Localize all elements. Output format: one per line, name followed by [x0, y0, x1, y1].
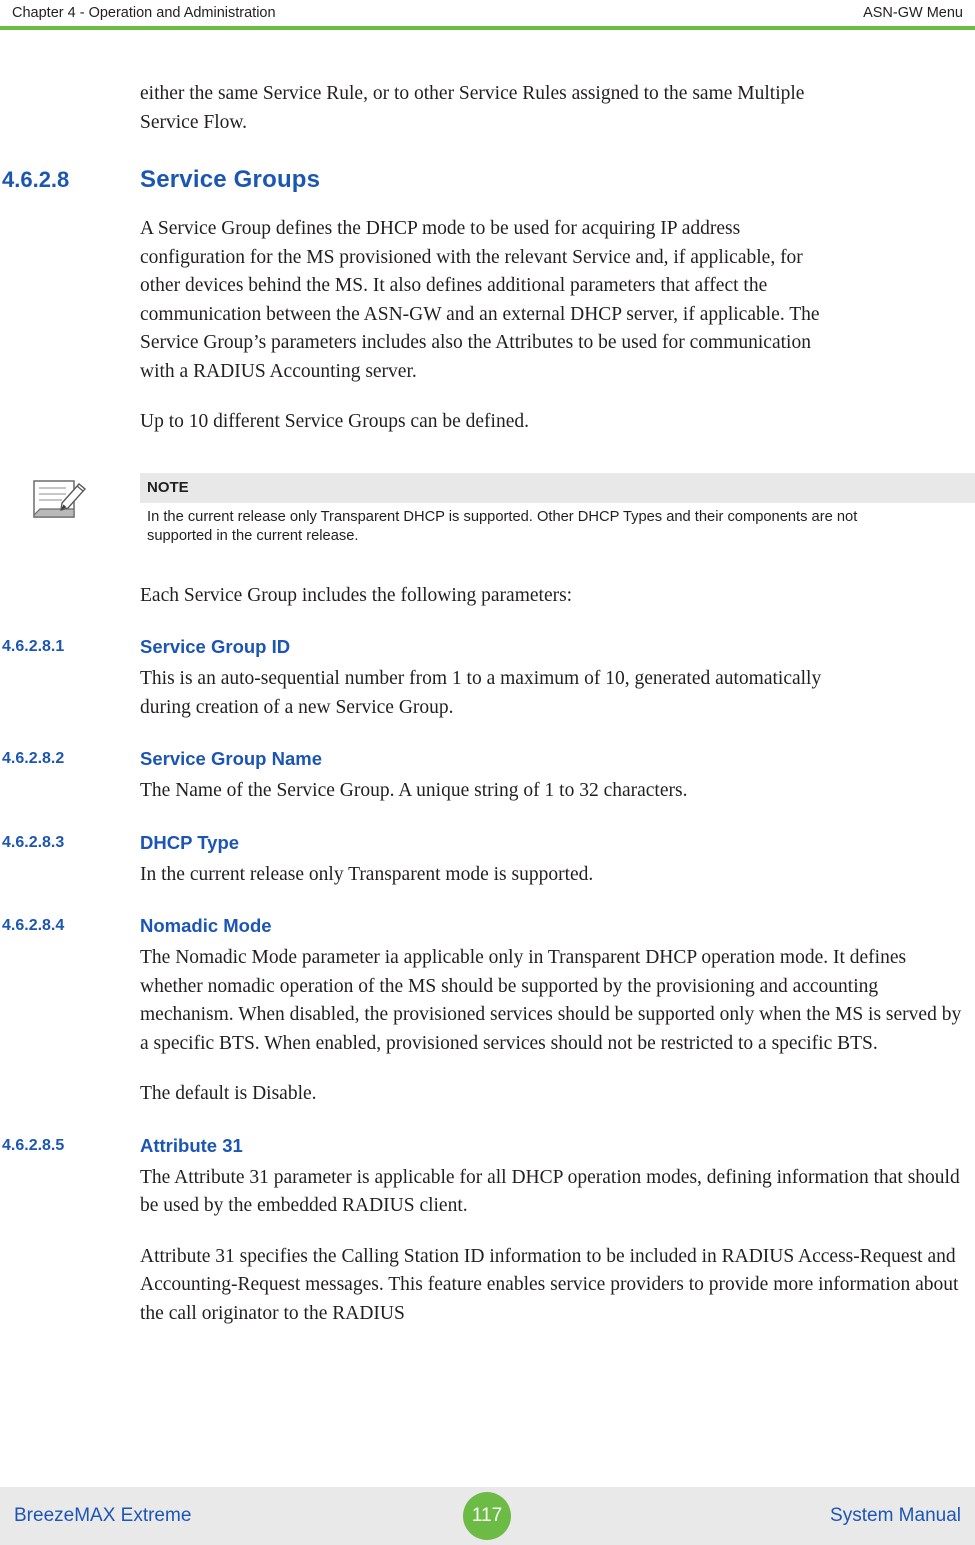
service-group-name-paragraph: The Name of the Service Group. A unique … — [140, 780, 688, 801]
note-label: NOTE — [147, 479, 189, 496]
heading-number: 4.6.2.8.1 — [2, 638, 65, 655]
heading-number: 4.6.2.8 — [2, 167, 70, 192]
page-header: Chapter 4 - Operation and Administration… — [0, 0, 975, 26]
header-section-label: ASN-GW Menu — [863, 5, 963, 21]
heading-number: 4.6.2.8.2 — [2, 750, 65, 767]
dhcp-type-paragraph: In the current release only Transparent … — [140, 863, 594, 885]
note-pencil-icon — [32, 475, 88, 523]
heading-title: Service Group Name — [140, 748, 322, 769]
post-note-paragraph: Each Service Group includes the followin… — [140, 584, 573, 606]
page-number-badge: 117 — [463, 1492, 511, 1540]
heading-title: DHCP Type — [140, 831, 240, 853]
service-groups-paragraph-2: Up to 10 different Service Groups can be… — [140, 411, 529, 432]
footer-product-label: BreezeMAX Extreme — [14, 1505, 192, 1526]
nomadic-mode-paragraph-1: The Nomadic Mode parameter ia applicable… — [140, 947, 962, 1054]
heading-title: Service Group ID — [140, 636, 291, 657]
heading-title: Service Groups — [140, 166, 321, 193]
heading-service-group-id: 4.6.2.8.1 Service Group ID — [0, 636, 975, 657]
heading-number: 4.6.2.8.5 — [2, 1136, 65, 1154]
heading-title: Nomadic Mode — [140, 915, 272, 936]
heading-title: Attribute 31 — [140, 1134, 243, 1156]
note-box: NOTE In the current release only Transpa… — [33, 472, 975, 546]
header-chapter-label: Chapter 4 - Operation and Administration — [12, 5, 276, 21]
heading-service-groups: 4.6.2.8 Service Groups — [0, 167, 975, 193]
document-content: either the same Service Rule, or to othe… — [0, 30, 975, 1485]
attribute-31-paragraph-2: Attribute 31 specifies the Calling Stati… — [140, 1245, 959, 1324]
footer-manual-label: System Manual — [830, 1505, 961, 1526]
intro-paragraph: either the same Service Rule, or to othe… — [140, 83, 805, 133]
heading-number: 4.6.2.8.4 — [2, 917, 65, 934]
note-text: In the current release only Transparent … — [147, 508, 858, 544]
heading-number: 4.6.2.8.3 — [2, 833, 65, 851]
service-groups-paragraph-1: A Service Group defines the DHCP mode to… — [140, 218, 820, 382]
attribute-31-paragraph-1: The Attribute 31 parameter is applicable… — [140, 1166, 960, 1217]
heading-service-group-name: 4.6.2.8.2 Service Group Name — [0, 748, 975, 769]
service-group-id-paragraph: This is an auto-sequential number from 1… — [140, 668, 822, 718]
heading-attribute-31: 4.6.2.8.5 Attribute 31 — [0, 1135, 975, 1156]
nomadic-mode-paragraph-2: The default is Disable. — [140, 1083, 317, 1104]
heading-dhcp-type: 4.6.2.8.3 DHCP Type — [0, 832, 975, 853]
note-header-bar: NOTE — [140, 472, 975, 503]
heading-nomadic-mode: 4.6.2.8.4 Nomadic Mode — [0, 915, 975, 936]
